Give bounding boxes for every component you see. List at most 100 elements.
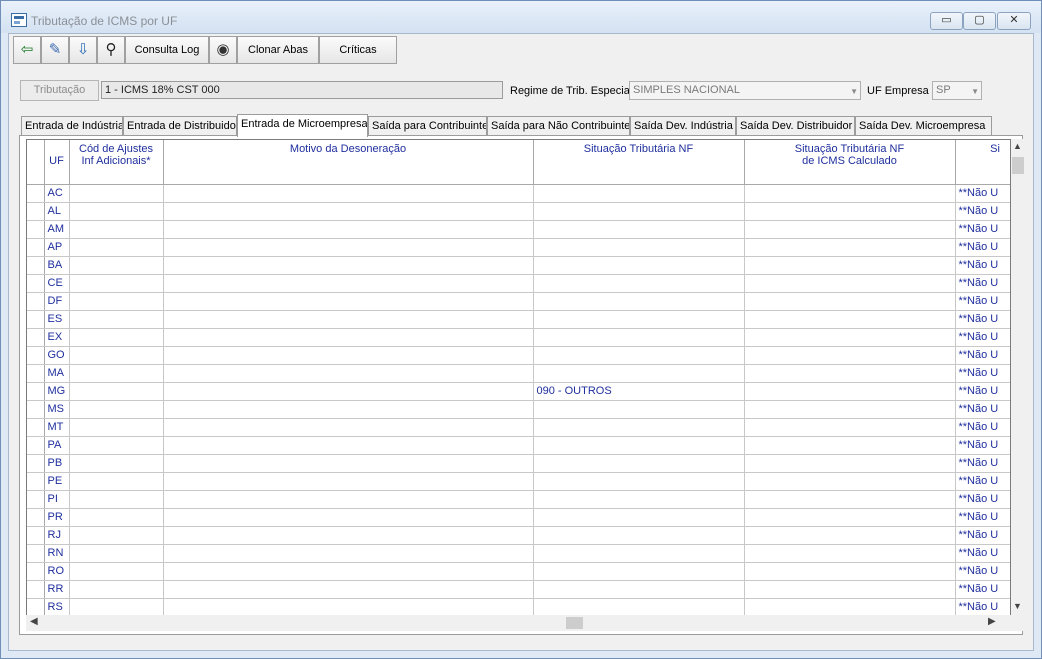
cod-ajustes-cell[interactable]	[69, 508, 164, 527]
regime-select[interactable]: SIMPLES NACIONAL ▼	[629, 81, 861, 100]
motivo-cell[interactable]	[163, 400, 534, 419]
row-selector[interactable]	[27, 274, 45, 293]
cod-ajustes-cell[interactable]	[69, 598, 164, 615]
cod-ajustes-cell[interactable]	[69, 346, 164, 365]
table-row[interactable]: MT **Não U	[27, 418, 1010, 437]
uf-cell[interactable]: AM	[44, 220, 70, 239]
uf-cell[interactable]: PB	[44, 454, 70, 473]
camera-button[interactable]: ◉	[209, 36, 237, 64]
uf-cell[interactable]: RN	[44, 544, 70, 563]
row-selector[interactable]	[27, 562, 45, 581]
motivo-cell[interactable]	[163, 526, 534, 545]
chevron-up-icon[interactable]: ▲	[1013, 141, 1022, 151]
table-row[interactable]: RJ **Não U	[27, 526, 1010, 545]
row-selector[interactable]	[27, 490, 45, 509]
cod-ajustes-cell[interactable]	[69, 562, 164, 581]
uf-cell[interactable]: MS	[44, 400, 70, 419]
situacao-tributaria-cell[interactable]	[533, 400, 745, 419]
uf-cell[interactable]: EX	[44, 328, 70, 347]
table-row[interactable]: EX **Não U	[27, 328, 1010, 347]
truncated-cell[interactable]: **Não U	[955, 382, 1010, 401]
truncated-cell[interactable]: **Não U	[955, 346, 1010, 365]
close-button[interactable]: ✕	[997, 12, 1031, 30]
table-row[interactable]: PB **Não U	[27, 454, 1010, 473]
table-row[interactable]: PE **Não U	[27, 472, 1010, 491]
row-selector[interactable]	[27, 328, 45, 347]
truncated-cell[interactable]: **Não U	[955, 184, 1010, 203]
situacao-tributaria-cell[interactable]	[533, 238, 745, 257]
row-selector[interactable]	[27, 184, 45, 203]
table-row[interactable]: DF **Não U	[27, 292, 1010, 311]
row-selector[interactable]	[27, 292, 45, 311]
row-selector[interactable]	[27, 580, 45, 599]
motivo-cell[interactable]	[163, 454, 534, 473]
uf-cell[interactable]: AL	[44, 202, 70, 221]
situacao-tributaria-cell[interactable]	[533, 544, 745, 563]
situacao-tributaria-cell[interactable]	[533, 274, 745, 293]
motivo-cell[interactable]	[163, 202, 534, 221]
title-bar[interactable]: Tributação de ICMS por UF ▭ ▢ ✕	[1, 1, 1041, 33]
situacao-icms-cell[interactable]	[744, 274, 956, 293]
situacao-icms-cell[interactable]	[744, 562, 956, 581]
motivo-cell[interactable]	[163, 274, 534, 293]
uf-cell[interactable]: MT	[44, 418, 70, 437]
column-header-truncated[interactable]: Si	[955, 140, 1010, 185]
situacao-icms-cell[interactable]	[744, 382, 956, 401]
motivo-cell[interactable]	[163, 238, 534, 257]
situacao-tributaria-cell[interactable]	[533, 580, 745, 599]
truncated-cell[interactable]: **Não U	[955, 364, 1010, 383]
situacao-icms-cell[interactable]	[744, 328, 956, 347]
row-selector[interactable]	[27, 526, 45, 545]
uf-cell[interactable]: DF	[44, 292, 70, 311]
table-row[interactable]: AC **Não U	[27, 184, 1010, 203]
table-row[interactable]: MG 090 - OUTROS **Não U	[27, 382, 1010, 401]
tab-saida-dev-microempresa[interactable]: Saída Dev. Microempresa	[855, 116, 992, 136]
situacao-tributaria-cell[interactable]	[533, 490, 745, 509]
table-row[interactable]: PA **Não U	[27, 436, 1010, 455]
uf-cell[interactable]: RO	[44, 562, 70, 581]
table-row[interactable]: PI **Não U	[27, 490, 1010, 509]
table-row[interactable]: BA **Não U	[27, 256, 1010, 275]
cod-ajustes-cell[interactable]	[69, 382, 164, 401]
uf-cell[interactable]: CE	[44, 274, 70, 293]
truncated-cell[interactable]: **Não U	[955, 490, 1010, 509]
motivo-cell[interactable]	[163, 292, 534, 311]
chevron-down-icon[interactable]: ▼	[1013, 601, 1022, 611]
motivo-cell[interactable]	[163, 382, 534, 401]
truncated-cell[interactable]: **Não U	[955, 400, 1010, 419]
cod-ajustes-cell[interactable]	[69, 274, 164, 293]
cod-ajustes-cell[interactable]	[69, 202, 164, 221]
motivo-cell[interactable]	[163, 310, 534, 329]
situacao-icms-cell[interactable]	[744, 436, 956, 455]
horizontal-scrollbar[interactable]: ◀ ▶	[26, 615, 1025, 631]
tributacao-field[interactable]: 1 - ICMS 18% CST 000	[101, 81, 503, 99]
find-button[interactable]: ⚲	[97, 36, 125, 64]
truncated-cell[interactable]: **Não U	[955, 508, 1010, 527]
motivo-cell[interactable]	[163, 328, 534, 347]
row-selector[interactable]	[27, 382, 45, 401]
uf-cell[interactable]: RJ	[44, 526, 70, 545]
motivo-cell[interactable]	[163, 184, 534, 203]
uf-cell[interactable]: PI	[44, 490, 70, 509]
motivo-cell[interactable]	[163, 346, 534, 365]
cod-ajustes-cell[interactable]	[69, 220, 164, 239]
cod-ajustes-cell[interactable]	[69, 238, 164, 257]
tab-saida-dev-industria[interactable]: Saída Dev. Indústria	[630, 116, 736, 136]
motivo-cell[interactable]	[163, 598, 534, 615]
cod-ajustes-cell[interactable]	[69, 544, 164, 563]
cod-ajustes-cell[interactable]	[69, 418, 164, 437]
column-header-cod-ajustes[interactable]: Cód de Ajustes Inf Adicionais*	[69, 140, 164, 185]
chevron-left-icon[interactable]: ◀	[30, 616, 38, 627]
row-selector[interactable]	[27, 454, 45, 473]
situacao-tributaria-cell[interactable]	[533, 256, 745, 275]
minimize-button[interactable]: ▭	[930, 12, 963, 30]
truncated-cell[interactable]: **Não U	[955, 256, 1010, 275]
cod-ajustes-cell[interactable]	[69, 580, 164, 599]
column-header-uf[interactable]: UF	[44, 140, 70, 185]
truncated-cell[interactable]: **Não U	[955, 580, 1010, 599]
situacao-tributaria-cell[interactable]	[533, 454, 745, 473]
truncated-cell[interactable]: **Não U	[955, 436, 1010, 455]
situacao-tributaria-cell[interactable]	[533, 328, 745, 347]
uf-cell[interactable]: PE	[44, 472, 70, 491]
row-selector[interactable]	[27, 544, 45, 563]
